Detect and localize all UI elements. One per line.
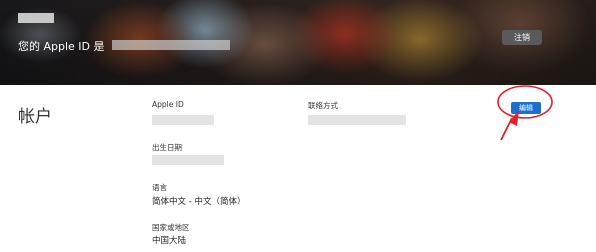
redacted-apple-id: [152, 115, 214, 125]
header-banner: 您的 Apple ID 是 注销: [0, 0, 596, 85]
apple-id-label: Apple ID: [152, 100, 184, 109]
redacted-name: [18, 13, 54, 23]
edit-button[interactable]: 编辑: [511, 102, 541, 114]
annotation-arrow-shaft: [500, 117, 513, 141]
region-label: 国家或地区: [152, 223, 190, 232]
section-title: 帐户: [18, 107, 52, 127]
redacted-birth: [152, 155, 224, 165]
language-label: 语言: [152, 183, 167, 192]
logout-button[interactable]: 注销: [502, 30, 542, 45]
language-value: 简体中文 - 中文（简体）: [152, 197, 246, 207]
contact-label: 联络方式: [308, 101, 338, 110]
redacted-contact: [308, 115, 406, 125]
birth-label: 出生日期: [152, 143, 182, 152]
redacted-email: [112, 40, 230, 50]
apple-id-prefix: 您的 Apple ID 是: [18, 40, 105, 53]
region-value: 中国大陆: [152, 236, 187, 246]
